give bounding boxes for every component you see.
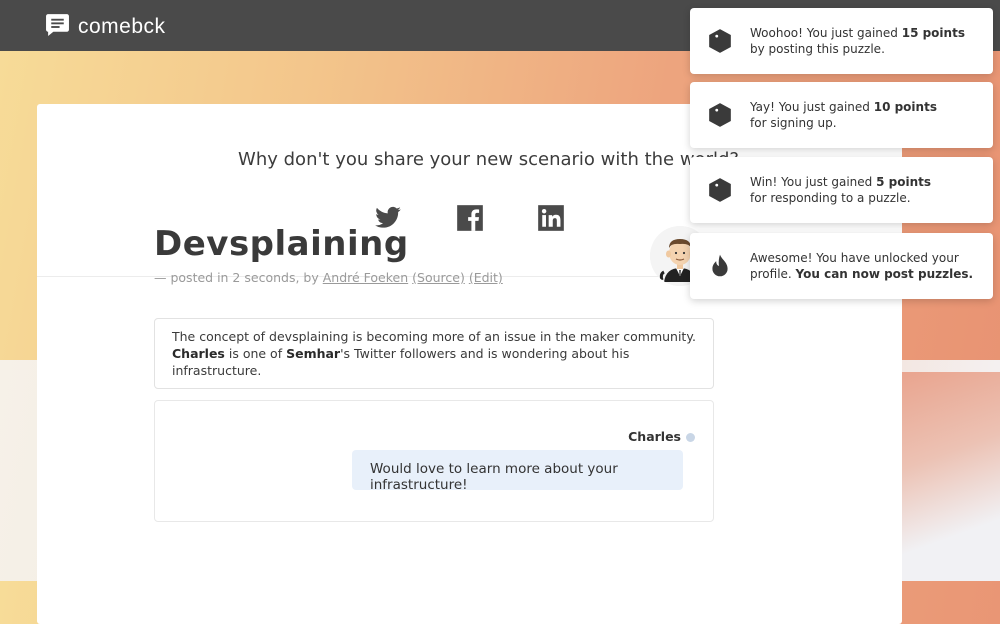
chat-message: Would love to learn more about your infr… (352, 450, 683, 493)
cube-icon (707, 102, 733, 128)
character-name: Charles (172, 346, 225, 361)
cube-icon (707, 177, 733, 203)
notification-toast[interactable]: Awesome! You have unlocked your profile.… (690, 233, 993, 299)
background-facet (900, 372, 1000, 581)
edit-link[interactable]: (Edit) (469, 270, 503, 285)
flame-icon (707, 253, 733, 279)
notification-toast[interactable]: Woohoo! You just gained 15 points by pos… (690, 8, 993, 74)
posted-time: — posted in 2 seconds, by (154, 270, 319, 285)
source-link[interactable]: (Source) (412, 270, 465, 285)
post-title: Devsplaining (154, 224, 409, 264)
scenario-description: The concept of devsplaining is becoming … (154, 318, 714, 389)
cube-icon (707, 28, 733, 54)
notification-toast[interactable]: Yay! You just gained 10 points for signi… (690, 82, 993, 148)
post-header: Devsplaining — posted in 2 seconds, by A… (154, 224, 712, 286)
chat-panel: Charles Would love to learn more about y… (154, 400, 714, 522)
logo[interactable]: comebck (45, 12, 166, 41)
character-name: Semhar (286, 346, 341, 361)
post-meta: — posted in 2 seconds, by André Foeken (… (154, 270, 712, 285)
author-link[interactable]: André Foeken (323, 270, 408, 285)
author-status-dot (686, 433, 695, 442)
app-name: comebck (78, 14, 166, 38)
chat-bubble-logo-icon (45, 12, 70, 41)
notification-toast[interactable]: Win! You just gained 5 points for respon… (690, 157, 993, 223)
chat-author: Charles (628, 429, 681, 444)
